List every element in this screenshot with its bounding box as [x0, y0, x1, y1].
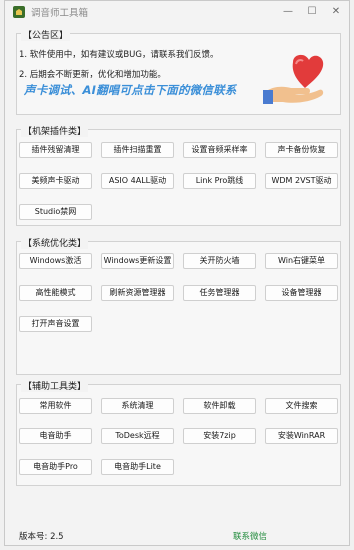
version-label: 版本号: 2.5: [19, 532, 64, 542]
install-7zip-button[interactable]: 安装7zip: [183, 428, 256, 444]
rack-plugin-title: 【机架插件类】: [21, 124, 89, 137]
wdm2vst-driver-button[interactable]: WDM 2VST驱动: [265, 173, 338, 189]
soundcard-backup-button[interactable]: 声卡备份恢复: [265, 142, 338, 158]
app-window: 调音师工具箱 — ☐ ✕ 【公告区】 1. 软件使用中，如有建议或BUG，请联系…: [4, 0, 350, 546]
notice-line-2: 2. 后期会不断更新，优化和增加功能。: [19, 70, 166, 80]
notice-title: 【公告区】: [21, 28, 71, 41]
win-context-menu-button[interactable]: Win右键菜单: [265, 253, 338, 269]
autotune-assistant-pro-button[interactable]: 电音助手Pro: [19, 459, 92, 475]
windows-update-settings-button[interactable]: Windows更新设置: [101, 253, 174, 269]
window-title: 调音师工具箱: [31, 8, 89, 19]
notice-line-1: 1. 软件使用中，如有建议或BUG，请联系我们反馈。: [19, 50, 219, 60]
link-pro-jumper-button[interactable]: Link Pro跳线: [183, 173, 256, 189]
todesk-remote-button[interactable]: ToDesk远程: [101, 428, 174, 444]
device-manager-button[interactable]: 设备管理器: [265, 285, 338, 301]
close-button[interactable]: ✕: [325, 4, 347, 20]
install-winrar-button[interactable]: 安装WinRAR: [265, 428, 338, 444]
system-optimize-title: 【系统优化类】: [21, 236, 89, 249]
meipin-driver-button[interactable]: 美频声卡驱动: [19, 173, 92, 189]
app-logo-icon: [13, 6, 25, 18]
common-software-button[interactable]: 常用软件: [19, 398, 92, 414]
file-search-button[interactable]: 文件搜索: [265, 398, 338, 414]
autotune-assistant-lite-button[interactable]: 电音助手Lite: [101, 459, 174, 475]
minimize-button[interactable]: —: [277, 4, 299, 20]
auxiliary-tools-title: 【辅助工具类】: [21, 379, 89, 392]
heart-hand-icon: [263, 54, 324, 104]
system-cleanup-button[interactable]: 系统清理: [101, 398, 174, 414]
firewall-toggle-button[interactable]: 关开防火墙: [183, 253, 256, 269]
asio4all-driver-button[interactable]: ASIO 4ALL驱动: [101, 173, 174, 189]
high-performance-button[interactable]: 高性能模式: [19, 285, 92, 301]
set-sample-rate-button[interactable]: 设置音频采样率: [183, 142, 256, 158]
open-sound-settings-button[interactable]: 打开声音设置: [19, 316, 92, 332]
autotune-assistant-button[interactable]: 电音助手: [19, 428, 92, 444]
task-manager-button[interactable]: 任务管理器: [183, 285, 256, 301]
promo-text: 声卡调试、AI翻唱可点击下面的微信联系: [24, 83, 237, 97]
plugin-residue-clean-button[interactable]: 插件残留清理: [19, 142, 92, 158]
plugin-scan-reset-button[interactable]: 插件扫描重置: [101, 142, 174, 158]
maximize-button[interactable]: ☐: [301, 4, 323, 20]
title-bar: 调音师工具箱 — ☐ ✕: [5, 1, 349, 23]
windows-activate-button[interactable]: Windows激活: [19, 253, 92, 269]
contact-wechat-link[interactable]: 联系微信: [233, 530, 267, 542]
software-uninstall-button[interactable]: 软件卸载: [183, 398, 256, 414]
refresh-explorer-button[interactable]: 刷新资源管理器: [101, 285, 174, 301]
studio-block-network-button[interactable]: Studio禁网: [19, 204, 92, 220]
